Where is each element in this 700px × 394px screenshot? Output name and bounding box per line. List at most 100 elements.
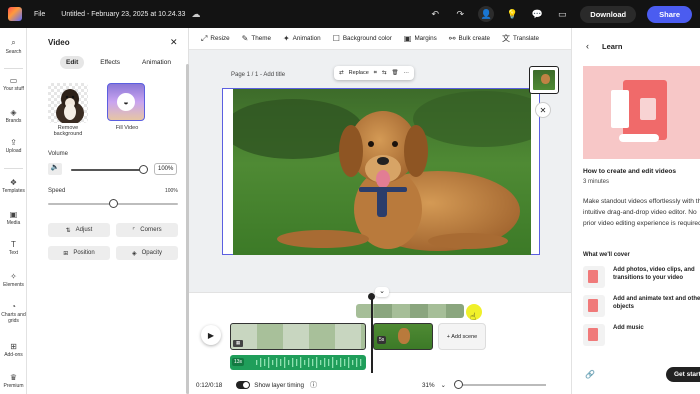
info-icon[interactable]: ⓘ [310, 380, 317, 390]
remove-background-thumb[interactable] [48, 83, 88, 123]
trash-icon[interactable]: 🗑 [392, 70, 399, 76]
banner-phone [611, 90, 629, 128]
resize-button[interactable]: ⤢ Resize [201, 34, 230, 44]
rail-label: Premium [3, 383, 24, 389]
margins-button[interactable]: ▣ Margins [404, 34, 437, 43]
file-menu[interactable]: File [34, 11, 45, 18]
position-label: Position [73, 250, 95, 256]
background-color-button[interactable]: ☐ Background color [333, 34, 392, 43]
link-icon[interactable]: 🔗 [585, 370, 595, 379]
scene-clip-2[interactable]: 5s [373, 323, 433, 350]
resize-label: Resize [210, 35, 230, 42]
dog-video[interactable] [233, 89, 531, 255]
adjust-button[interactable]: ⇅ Adjust [48, 223, 110, 237]
fill-video-label: Fill Video [115, 125, 139, 131]
close-icon[interactable]: ✕ [535, 102, 551, 118]
rail-label: Charts and grids [1, 312, 26, 324]
margins-label: Margins [414, 35, 437, 42]
cover-heading: What we'll cover [583, 252, 630, 258]
add-scene-button[interactable]: + Add scene [438, 323, 486, 350]
animation-button[interactable]: ✦ Animation [283, 34, 321, 43]
crop-icon[interactable]: ⌗ [374, 70, 377, 77]
cloud-icon: ☁ [191, 8, 201, 19]
learn-panel: ‹ Learn How to create and edit videos 3 … [571, 28, 700, 394]
rail-item-addons[interactable]: ⊞ Add-ons [0, 342, 27, 358]
fill-video-thumb[interactable]: ◒ [107, 83, 145, 121]
redo-icon[interactable]: ↷ [453, 7, 467, 21]
corners-label: Corners [140, 227, 162, 233]
cover-item[interactable]: Add and animate text and other objects [583, 295, 700, 317]
play-button[interactable]: ▶ [201, 325, 221, 345]
close-icon[interactable]: ✕ [170, 37, 178, 48]
tab-edit[interactable]: Edit [60, 56, 85, 69]
flip-icon[interactable]: ⇆ [382, 70, 387, 76]
opacity-button[interactable]: ◈ Opacity [116, 246, 178, 260]
rail-item-media[interactable]: ▣ Media [0, 210, 27, 226]
zoom-slider-track[interactable] [453, 380, 546, 389]
replace-icon: ⇄ [339, 70, 344, 76]
chevron-down-icon[interactable]: ⌄ [441, 382, 446, 389]
scene-clip-1[interactable]: ▦ [230, 323, 366, 350]
rail-item-upload[interactable]: ⇪ Upload [0, 138, 27, 154]
rail-item-your-stuff[interactable]: ▭ Your stuff [0, 76, 27, 92]
canvas-toolbar: ⤢ Resize ✎ Theme ✦ Animation ☐ Background co… [189, 28, 571, 50]
tab-effects[interactable]: Effects [94, 56, 126, 69]
replace-button[interactable]: Replace [349, 70, 369, 76]
rail-item-templates[interactable]: ❖ Templates [0, 178, 27, 194]
volume-slider-knob[interactable] [139, 165, 148, 174]
audio-duration-badge: 13s [232, 358, 245, 366]
document-title[interactable]: Untitled - February 23, 2025 at 10.24.33 [61, 11, 185, 18]
playhead-line[interactable] [371, 295, 373, 373]
rail-item-charts[interactable]: ◔ Charts and grids [0, 302, 27, 324]
time-readout: 0:12/0:18 [196, 381, 223, 389]
download-button[interactable]: Download [580, 5, 637, 23]
layer-timing-toggle[interactable] [236, 381, 251, 389]
rail-label: Add-ons [4, 352, 23, 358]
background-color-label: Background color [342, 35, 392, 42]
rail-label: Upload [5, 148, 22, 154]
cover-item[interactable]: Add music [583, 324, 700, 346]
banner-timeline [619, 134, 659, 142]
lightbulb-icon[interactable]: 💡 [505, 7, 519, 21]
share-button[interactable]: Share [647, 5, 692, 23]
rail-divider [4, 68, 23, 69]
more-icon[interactable]: ⋯ [404, 70, 410, 76]
cover-item-thumb [583, 295, 605, 317]
position-button[interactable]: ⊞ Position [48, 246, 110, 260]
volume-icon[interactable]: 🔈 [48, 163, 62, 175]
page-label[interactable]: Page 1 / 1 - Add title [231, 72, 285, 78]
volume-value-field[interactable]: 100% [154, 163, 178, 175]
theme-button[interactable]: ✎ Theme [242, 34, 271, 43]
undo-icon[interactable]: ↶ [428, 7, 442, 21]
speed-label: Speed [48, 188, 66, 194]
timeline: ⌄ ▶ ☝ ▦ 5s + Add scene 13s 0:12/0:18 Sho… [189, 287, 571, 394]
speed-slider-knob[interactable] [109, 199, 118, 208]
volume-slider-fill [71, 169, 143, 171]
back-arrow-icon[interactable]: ‹ [586, 41, 589, 51]
speed-value: 100% [165, 188, 178, 194]
play-icon: ▶ [207, 330, 215, 340]
page-thumbnail[interactable] [529, 66, 559, 94]
canvas-page[interactable] [222, 88, 540, 255]
get-started-button[interactable]: Get started [666, 367, 700, 382]
present-icon[interactable]: ▭ [555, 7, 569, 21]
rail-item-text[interactable]: T Text [0, 240, 27, 256]
translate-button[interactable]: 文 Translate [502, 33, 539, 44]
tab-animation[interactable]: Animation [136, 56, 177, 69]
zoom-value[interactable]: 31% [422, 382, 435, 389]
corners-button[interactable]: ⌜ Corners [116, 223, 178, 237]
cover-item[interactable]: Add photos, video clips, and transitions… [583, 266, 700, 288]
rail-item-brands[interactable]: ◈ Brands [0, 108, 27, 124]
zoom-slider-knob[interactable] [453, 380, 463, 389]
rail-item-premium[interactable]: ♛ Premium [0, 373, 27, 389]
opacity-icon: ◈ [132, 250, 137, 257]
dog-video-frame [233, 89, 531, 255]
rail-item-search[interactable]: ⌕ Search [0, 38, 27, 55]
rail-item-elements[interactable]: ✧ Elements [0, 272, 27, 288]
user-icon[interactable]: 👤 [478, 6, 495, 22]
adobe-express-logo[interactable] [8, 7, 22, 21]
bulk-create-button[interactable]: ⚯ Bulk create [449, 34, 490, 43]
audio-track[interactable]: 13s [230, 355, 366, 370]
comment-icon[interactable]: 💬 [530, 7, 544, 21]
chevron-down-icon[interactable]: ⌄ [375, 287, 389, 297]
